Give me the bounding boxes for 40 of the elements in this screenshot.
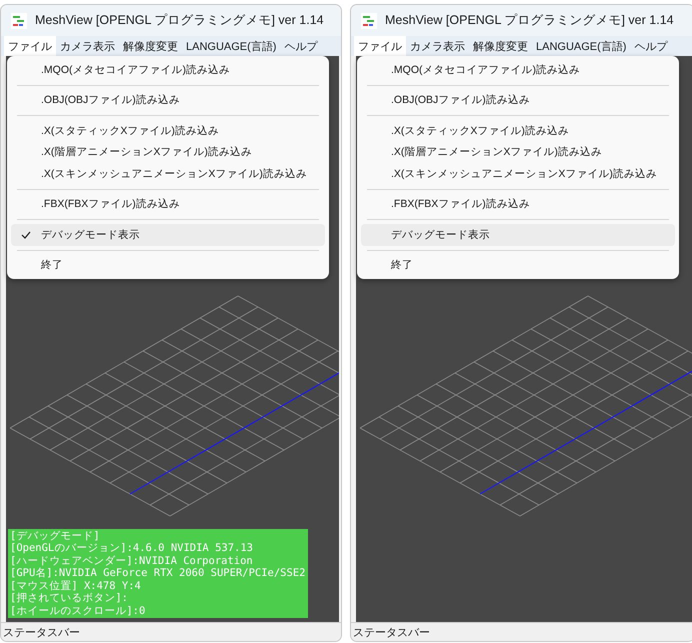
menu-item[interactable]: デバッグモード表示 [11,224,325,246]
menu-tab[interactable]: カメラ表示 [56,36,119,56]
menu-item[interactable]: 終了 [361,254,675,276]
app-icon [361,12,377,28]
menu-item[interactable]: .OBJ(OBJファイル)読み込み [11,90,325,111]
menu-item[interactable]: .FBX(FBXファイル)読み込み [361,194,675,215]
menu-item[interactable]: .OBJ(OBJファイル)読み込み [361,90,675,111]
debug-text: [ホイールのスクロール]:0 [10,604,146,617]
menu-item[interactable]: .X(階層アニメーションXファイル)読み込み [11,142,325,163]
menu-tab[interactable]: 解像度変更 [119,36,182,56]
menu-tab[interactable]: LANGUAGE(言語) [532,36,630,56]
check-icon [21,230,31,239]
menu-item[interactable]: .X(スキンメッシュアニメーションXファイル)読み込み [11,163,325,184]
debug-text: [OpenGLのバージョン]:4.6.0 NVIDIA 537.13 [10,542,254,554]
window-title: MeshView [OPENGL プログラミングメモ] ver 1.14 [35,12,324,29]
app-icon [11,12,27,28]
debug-text: [ハードウェアベンダー]:NVIDIA Corporation [10,554,254,567]
menu-item[interactable]: .MQO(メタセコイアファイル)読み込み [361,59,675,80]
menu-tab[interactable]: ファイル [4,36,56,56]
menu-item[interactable]: .X(スキンメッシュアニメーションXファイル)読み込み [361,163,675,184]
menu-tab[interactable]: LANGUAGE(言語) [182,36,280,56]
menu-item[interactable]: .FBX(FBXファイル)読み込み [11,194,325,215]
menu-tab[interactable]: ヘルプ [280,36,322,56]
debug-text: [マウス位置] X:478 Y:4 [10,580,142,592]
menu-item[interactable]: .X(スタティックXファイル)読み込み [11,120,325,142]
status-text: ステータスバー [3,626,80,640]
window-title: MeshView [OPENGL プログラミングメモ] ver 1.14 [385,12,674,29]
menu-item[interactable]: .MQO(メタセコイアファイル)読み込み [11,59,325,80]
debug-text: [GPU名]:NVIDIA GeForce RTX 2060 SUPER/PCIe/SSE2 [10,567,306,580]
menu-item[interactable]: デバッグモード表示 [361,224,675,246]
menu-item[interactable]: .X(スタティックXファイル)読み込み [361,120,675,142]
menu-tab[interactable]: ヘルプ [630,36,672,56]
menu-item[interactable]: 終了 [11,254,325,276]
debug-text: [デバッグモード] [10,530,101,542]
menu-item[interactable]: .X(階層アニメーションXファイル)読み込み [361,142,675,163]
debug-text: [押されているボタン]: [10,592,129,604]
menu-tab[interactable]: ファイル [354,36,406,56]
menu-tab[interactable]: 解像度変更 [469,36,532,56]
menu-tab[interactable]: カメラ表示 [406,36,469,56]
status-text: ステータスバー [353,626,430,640]
